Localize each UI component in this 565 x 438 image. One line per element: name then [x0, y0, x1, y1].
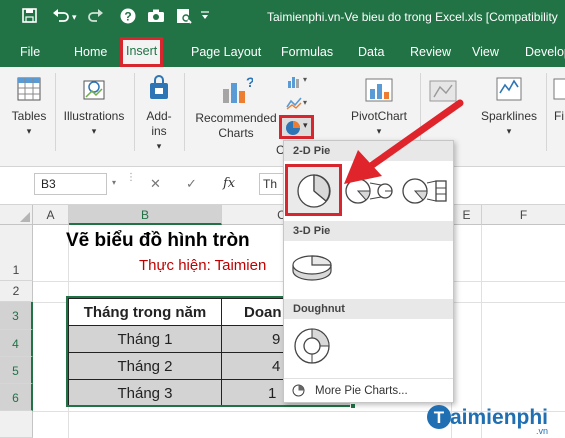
recommended-charts-icon: ? [223, 74, 253, 103]
annotation-arrow [344, 99, 464, 184]
column-header-f[interactable]: F [482, 205, 565, 225]
ribbon-separator [55, 73, 56, 151]
section-3d-pie: 3-D Pie [284, 221, 453, 241]
ribbon-separator [546, 73, 547, 151]
tables-button[interactable]: Tables ▾ [8, 73, 50, 139]
column-chart-icon[interactable] [286, 73, 302, 89]
filters-button[interactable]: Fi [552, 73, 565, 124]
store-icon [150, 75, 168, 99]
filter-icon [553, 78, 565, 100]
table-icon [17, 77, 41, 101]
customize-quick-access-icon[interactable] [200, 4, 210, 27]
sparklines-icon [496, 77, 522, 101]
select-all-corner[interactable] [0, 205, 33, 225]
svg-text:?: ? [124, 10, 131, 24]
enter-icon[interactable]: ✓ [186, 176, 197, 192]
save-icon[interactable] [22, 8, 37, 26]
recommended-label-2: Charts [218, 126, 254, 140]
undo-icon[interactable] [52, 8, 70, 26]
insert-function-icon[interactable]: fx [223, 176, 235, 191]
logo-suffix: .vn [536, 426, 549, 436]
pie-2d-option[interactable] [285, 164, 342, 216]
pie-small-icon [292, 384, 305, 397]
logo-badge-icon: T [427, 405, 451, 429]
tab-file[interactable]: File [20, 45, 40, 59]
tab-review[interactable]: Review [410, 45, 451, 59]
sheet-title: Vẽ biểu đồ hình tròn [66, 230, 250, 251]
help-icon[interactable]: ? [120, 8, 136, 27]
more-pie-charts-label: More Pie Charts... [315, 385, 408, 397]
column-header-b[interactable]: B [69, 205, 222, 225]
more-pie-charts-link[interactable]: More Pie Charts... [284, 378, 453, 402]
addins-label-2: ins [151, 124, 167, 138]
camera-icon[interactable] [147, 8, 165, 26]
sheet-subtitle: Thực hiện: Taimien [139, 257, 267, 274]
illustrations-label: Illustrations [63, 109, 125, 123]
row-header-2[interactable]: 2 [0, 281, 33, 302]
doughnut-option[interactable] [293, 327, 331, 365]
sparklines-button[interactable]: Sparklines ▾ [478, 73, 540, 139]
row-header-4[interactable]: 4 [0, 330, 33, 357]
tab-home[interactable]: Home [74, 45, 107, 59]
row-header-3[interactable]: 3 [0, 302, 33, 330]
logo-text: aimienphi [450, 406, 549, 429]
addins-label-1: Add- [146, 109, 172, 123]
tables-label: Tables [11, 109, 47, 123]
sparklines-label: Sparklines [480, 109, 538, 123]
column-header-e[interactable]: E [452, 205, 482, 225]
name-box-dropdown-icon[interactable]: ▾ [112, 178, 116, 187]
tab-formulas[interactable]: Formulas [281, 45, 333, 59]
line-dropdown-icon[interactable]: ▾ [303, 98, 307, 107]
redo-icon[interactable] [88, 8, 104, 26]
addins-button[interactable]: Add- ins ▾ [138, 73, 180, 154]
print-preview-icon[interactable] [176, 8, 192, 27]
tab-page-layout[interactable]: Page Layout [191, 45, 261, 59]
row-header-7[interactable] [0, 411, 33, 438]
line-chart-icon[interactable] [286, 95, 302, 111]
section-doughnut: Doughnut [284, 299, 453, 319]
fill-handle[interactable] [350, 403, 356, 409]
recommended-label-1: Recommended [195, 111, 277, 125]
shapes-icon [83, 80, 105, 100]
illustrations-button[interactable]: Illustrations ▾ [60, 73, 128, 139]
formula-bar-grip-icon: ⋮ [126, 172, 136, 183]
window-title: Taimienphi.vn-Ve bieu do trong Excel.xls… [267, 10, 558, 24]
logo-letter: T [434, 408, 445, 427]
tab-data[interactable]: Data [358, 45, 384, 59]
pie-icon [297, 174, 331, 208]
filters-label-fragment: Fi [554, 109, 564, 123]
row-header-6[interactable]: 6 [0, 384, 33, 411]
ribbon-tabs: File Home Insert Page Layout Formulas Da… [0, 36, 565, 67]
pie-chart-icon [286, 121, 300, 135]
pie-chart-button[interactable]: ▾ [279, 115, 314, 139]
column-header-a[interactable]: A [33, 205, 69, 225]
title-bar: ▾ ? Taimienphi.vn-Ve bieu do trong Excel… [0, 0, 565, 36]
column-dropdown-icon[interactable]: ▾ [303, 75, 307, 84]
pie-3d-option[interactable] [291, 251, 333, 283]
svg-text:?: ? [246, 74, 253, 90]
recommended-charts-button[interactable]: ? Recommended Charts [192, 73, 280, 141]
ribbon-separator [134, 73, 135, 151]
name-box[interactable]: B3 [34, 173, 107, 195]
cancel-icon[interactable]: ✕ [150, 176, 161, 192]
tab-view[interactable]: View [472, 45, 499, 59]
row-header-1[interactable]: 1 [0, 225, 33, 281]
tab-developer[interactable]: Develop [525, 45, 565, 59]
undo-dropdown-icon[interactable]: ▾ [72, 12, 77, 23]
row-header-5[interactable]: 5 [0, 357, 33, 384]
tab-insert[interactable]: Insert [120, 37, 164, 67]
ribbon-separator [184, 73, 185, 151]
